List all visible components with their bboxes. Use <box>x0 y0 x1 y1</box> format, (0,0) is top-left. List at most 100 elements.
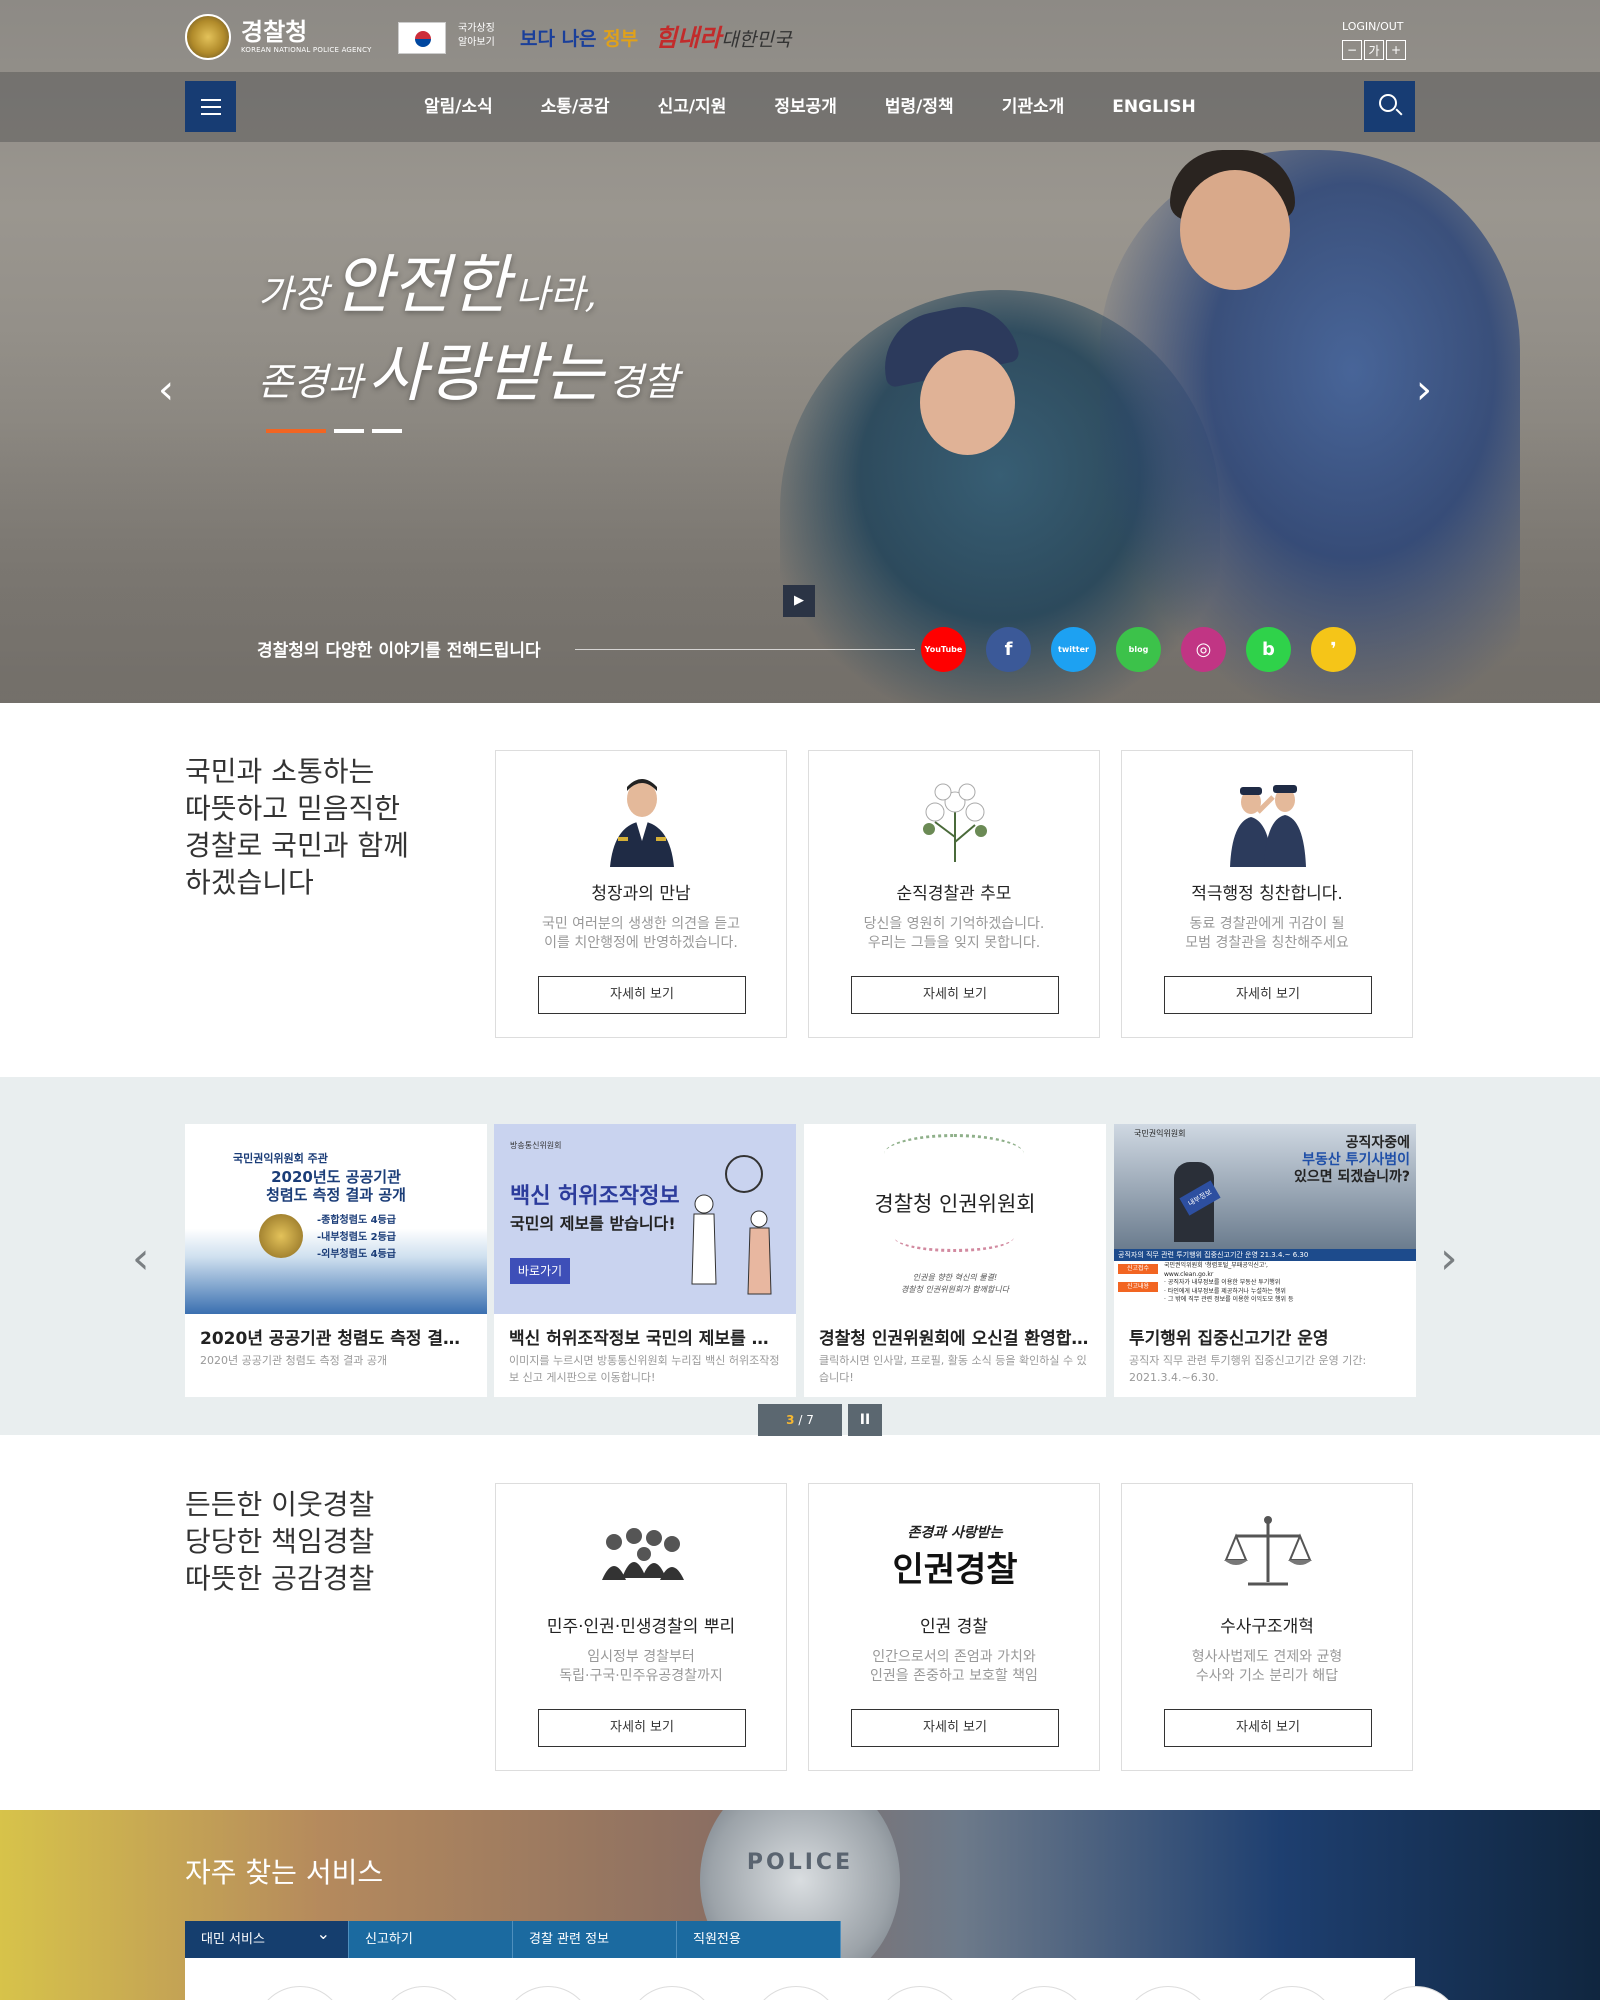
go-button: 바로가기 <box>510 1258 570 1284</box>
kakao-icon[interactable]: ❜ <box>1311 627 1356 672</box>
main-navigation: 알림/소식 소통/공감 신고/지원 정보공개 법령/정책 기관소개 ENGLIS… <box>0 72 1600 142</box>
slide-dot-2[interactable] <box>334 429 364 433</box>
saluting-officers-icon <box>1230 785 1306 867</box>
better-government-logo[interactable]: 보다 나은 정부 <box>520 24 638 51</box>
banner-card[interactable]: 경찰청 인권위원회 인권을 향한 혁신의 물결! 경찰청 인권위원회가 함께합니… <box>804 1124 1106 1397</box>
card-investigation-reform: 수사구조개혁 형사사법제도 견제와 균형 수사와 기소 분리가 해답 자세히 보… <box>1121 1483 1413 1771</box>
banner-thumbnail: 방송통신위원회 백신 허위조작정보 국민의 제보를 받습니다! 바로가기 <box>494 1124 796 1314</box>
carousel-prev-icon[interactable]: ‹ <box>132 1233 150 1284</box>
blog-icon[interactable]: blog <box>1116 627 1161 672</box>
view-more-button[interactable]: 자세히 보기 <box>851 976 1059 1014</box>
section1-title: 국민과 소통하는 따뜻하고 믿음직한 경찰로 국민과 함께 하겠습니다 <box>185 755 409 899</box>
font-size-control: − 가 + <box>1342 40 1406 60</box>
view-more-button[interactable]: 자세히 보기 <box>538 976 746 1014</box>
font-decrease-button[interactable]: − <box>1342 40 1362 60</box>
font-increase-button[interactable]: + <box>1386 40 1406 60</box>
services-tabs: 대민 서비스 신고하기 경찰 관련 정보 직원전용 <box>185 1915 841 1958</box>
search-button[interactable] <box>1364 81 1415 132</box>
pager-current: 3 <box>786 1413 795 1427</box>
nav-item-news[interactable]: 알림/소식 <box>400 72 517 142</box>
banner-title: 투기행위 집중신고기간 운영 <box>1129 1329 1329 1349</box>
hero-play-button[interactable]: ▶ <box>783 585 815 617</box>
tab-civil-services[interactable]: 대민 서비스 <box>185 1915 349 1958</box>
banner-title: 경찰청 인권위원회에 오신걸 환영합니다 <box>819 1329 1094 1349</box>
banner-desc: 공직자 직무 관련 투기행위 집중신고기간 운영 기간: 2021.3.4.~6… <box>1129 1354 1367 1384</box>
nav-item-report[interactable]: 신고/지원 <box>634 72 751 142</box>
banner-title: 2020년 공공기관 청렴도 측정 결과 공개 <box>200 1329 475 1349</box>
hero-slogan: 가장 안전한 나라, 존경과 사랑받는 경찰 <box>258 249 679 411</box>
card-title: 수사구조개혁 <box>1220 1617 1314 1637</box>
card-title: 순직경찰관 추모 <box>896 884 1012 904</box>
section2-title: 든든한 이웃경찰 당당한 책임경찰 따뜻한 공감경찰 <box>185 1488 375 1595</box>
banner-thumbnail: 국민권익위원회 공직자중에 부동산 투기사범이 있으면 되겠습니까? 내부정보 … <box>1114 1124 1416 1314</box>
nav-item-english[interactable]: ENGLISH <box>1088 72 1219 142</box>
slide-dot-3[interactable] <box>372 429 402 433</box>
banner-card[interactable]: 국민권익위원회 공직자중에 부동산 투기사범이 있으면 되겠습니까? 내부정보 … <box>1114 1124 1416 1397</box>
nav-item-about[interactable]: 기관소개 <box>978 72 1089 142</box>
police-emblem-icon <box>185 14 231 60</box>
instagram-icon[interactable]: ◎ <box>1181 627 1226 672</box>
login-logout-link[interactable]: LOGIN/OUT <box>1342 20 1404 33</box>
card-commissioner: 청장과의 만남 국민 여러분의 생생한 의견을 듣고 이를 치안행정에 반영하겠… <box>495 750 787 1038</box>
human-rights-calligraphy: 존경과 사랑받는 인권경찰 <box>892 1525 1018 1590</box>
carousel-pause-button[interactable]: II <box>848 1404 882 1436</box>
scales-of-justice-icon <box>1224 1516 1312 1586</box>
banner-card[interactable]: 방송통신위원회 백신 허위조작정보 국민의 제보를 받습니다! 바로가기 백신 … <box>494 1124 796 1397</box>
card-title: 적극행정 칭찬합니다. <box>1191 884 1343 904</box>
card-desc: 동료 경찰관에게 귀감이 될 모범 경찰관을 칭찬해주세요 <box>1185 916 1349 951</box>
font-label: 가 <box>1364 40 1384 60</box>
card-praise: 적극행정 칭찬합니다. 동료 경찰관에게 귀감이 될 모범 경찰관을 칭찬해주세… <box>1121 750 1413 1038</box>
story-divider <box>575 649 915 650</box>
hero-prev-arrow-icon[interactable]: ‹ <box>158 370 180 412</box>
services-title: 자주 찾는 서비스 <box>185 1856 384 1889</box>
historical-figures-icon <box>602 1528 684 1580</box>
view-more-button[interactable]: 자세히 보기 <box>538 1709 746 1747</box>
flower-wreath-icon <box>894 1222 1014 1252</box>
hero-next-arrow-icon[interactable]: › <box>1416 370 1438 412</box>
cheer-up-korea-logo[interactable]: 힘내라대한민국 <box>655 18 791 53</box>
view-more-button[interactable]: 자세히 보기 <box>1164 976 1372 1014</box>
band-icon[interactable]: b <box>1246 627 1291 672</box>
banner-desc: 이미지를 누르시면 방통통신위원회 누리집 백신 허위조작정보 신고 게시판으로… <box>509 1354 780 1384</box>
facebook-icon[interactable]: f <box>986 627 1031 672</box>
all-menu-button[interactable] <box>185 81 236 132</box>
nav-item-communication[interactable]: 소통/공감 <box>517 72 634 142</box>
tab-police-info[interactable]: 경찰 관련 정보 <box>513 1921 677 1958</box>
card-desc: 당신을 영원히 기억하겠습니다. 우리는 그들을 잊지 못합니다. <box>863 916 1045 951</box>
view-more-button[interactable]: 자세히 보기 <box>1164 1709 1372 1747</box>
story-caption: 경찰청의 다양한 이야기를 전해드립니다 <box>257 641 541 661</box>
twitter-icon[interactable]: twitter <box>1051 627 1096 672</box>
police-emblem-icon <box>259 1214 303 1258</box>
site-logo[interactable]: 경찰청 KOREAN NATIONAL POLICE AGENCY <box>185 14 372 60</box>
view-more-button[interactable]: 자세히 보기 <box>851 1709 1059 1747</box>
tab-report[interactable]: 신고하기 <box>349 1921 513 1958</box>
card-desc: 국민 여러분의 생생한 의견을 듣고 이를 치안행정에 반영하겠습니다. <box>541 916 741 951</box>
nav-item-law-policy[interactable]: 법령/정책 <box>861 72 978 142</box>
card-desc: 인간으로서의 존엄과 가치와 인권을 존중하고 보호할 책임 <box>870 1649 1038 1684</box>
card-history: 민주·인권·민생경찰의 뿌리 임시정부 경찰부터 독립·구국·민주유공경찰까지 … <box>495 1483 787 1771</box>
flower-wreath-icon <box>884 1134 1024 1174</box>
card-desc: 임시정부 경찰부터 독립·구국·민주유공경찰까지 <box>559 1649 723 1684</box>
hero-child-figure <box>1100 150 1520 703</box>
card-memorial: 순직경찰관 추모 당신을 영원히 기억하겠습니다. 우리는 그들을 잊지 못합니… <box>808 750 1100 1038</box>
nav-item-disclosure[interactable]: 정보공개 <box>750 72 861 142</box>
banner-card[interactable]: 국민권익위원회 주관 2020년도 공공기관 청렴도 측정 결과 공개 -종합청… <box>185 1124 487 1397</box>
chrysanthemum-flower-icon <box>923 783 987 862</box>
carousel-pager: 3 / 7 <box>758 1404 842 1436</box>
logo-title: 경찰청 <box>241 18 308 46</box>
slide-dot-1[interactable] <box>266 429 326 433</box>
banner-title: 백신 허위조작정보 국민의 제보를 받습니다 <box>509 1329 784 1349</box>
top-bar: 경찰청 KOREAN NATIONAL POLICE AGENCY 국가상징 알… <box>0 0 1600 72</box>
people-illustration-icon <box>691 1155 772 1295</box>
tab-staff-only[interactable]: 직원전용 <box>677 1921 841 1958</box>
banner-thumbnail: 국민권익위원회 주관 2020년도 공공기관 청렴도 측정 결과 공개 -종합청… <box>185 1124 487 1314</box>
korea-flag-icon[interactable] <box>398 22 446 54</box>
carousel-next-icon[interactable]: › <box>1440 1233 1458 1284</box>
card-title: 청장과의 만남 <box>591 884 691 904</box>
card-desc: 형사사법제도 견제와 균형 수사와 기소 분리가 해답 <box>1191 1649 1343 1684</box>
youtube-icon[interactable]: YouTube <box>921 627 966 672</box>
pager-total: / 7 <box>798 1413 814 1427</box>
nav-menu: 알림/소식 소통/공감 신고/지원 정보공개 법령/정책 기관소개 ENGLIS… <box>400 72 1220 142</box>
logo-subtitle: KOREAN NATIONAL POLICE AGENCY <box>241 46 372 54</box>
national-symbol-link[interactable]: 국가상징 알아보기 <box>458 22 495 50</box>
